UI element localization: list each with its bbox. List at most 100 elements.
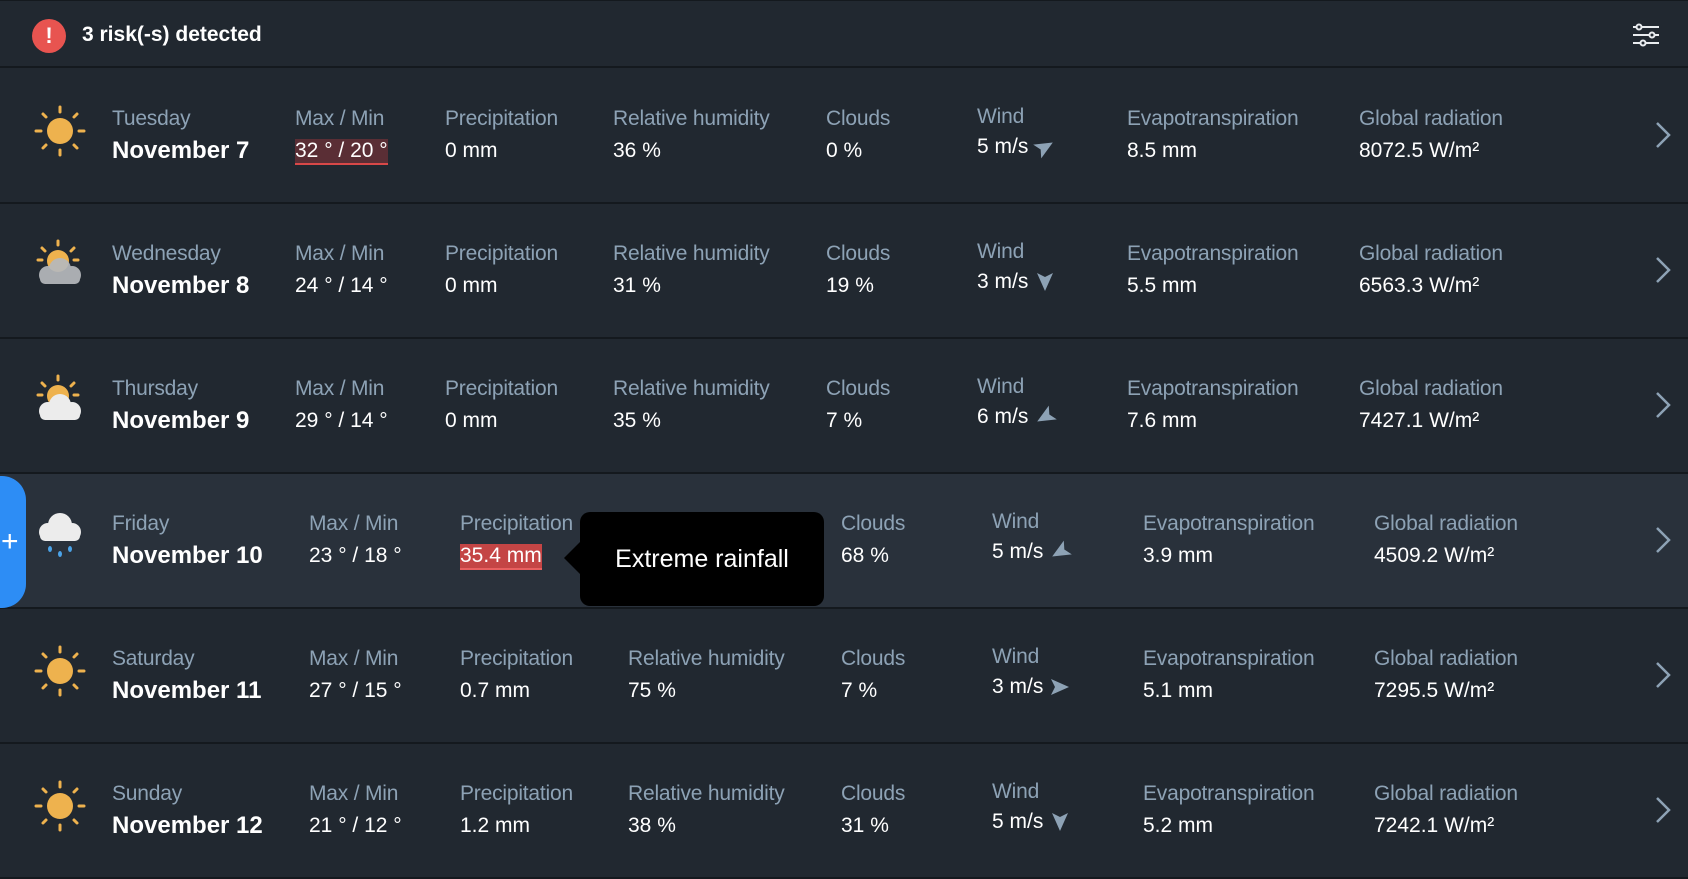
humidity-label: Relative humidity — [613, 107, 770, 130]
sun-behind-cloud-icon — [32, 373, 88, 429]
forecast-row[interactable]: Friday November 10 Max / Min 23 ° / 18 °… — [0, 474, 1688, 609]
wind-label: Wind — [992, 645, 1040, 668]
row-expand-button[interactable] — [1652, 524, 1674, 556]
wind-direction-icon — [1034, 406, 1058, 428]
clouds-cell: Clouds 19 % — [826, 242, 890, 298]
humidity-cell: Relative humidity 75 % — [628, 647, 785, 703]
plus-icon: + — [1, 525, 19, 558]
precipitation-cell: Precipitation 0 mm — [445, 377, 558, 433]
clouds-label: Clouds — [841, 647, 906, 670]
evapotranspiration-label: Evapotranspiration — [1143, 512, 1315, 535]
wind-value: 3 m/s — [992, 675, 1044, 698]
evapotranspiration-value: 5.1 mm — [1143, 679, 1214, 702]
precipitation-label: Precipitation — [445, 242, 558, 265]
forecast-row[interactable]: Sunday November 12 Max / Min 21 ° / 12 °… — [0, 744, 1688, 879]
max-min-value: 32 ° / 20 ° — [295, 139, 388, 165]
max-min-label: Max / Min — [295, 107, 385, 130]
weekday: Thursday — [112, 377, 198, 400]
max-min-value: 29 ° / 14 ° — [295, 409, 388, 432]
max-min-cell: Max / Min 27 ° / 15 ° — [309, 647, 402, 703]
max-min-value: 23 ° / 18 ° — [309, 544, 402, 567]
max-min-label: Max / Min — [309, 782, 399, 805]
date: November 7 — [112, 137, 250, 164]
precipitation-cell: Precipitation 35.4 mm — [460, 512, 573, 570]
date: November 8 — [112, 272, 250, 299]
wind-label: Wind — [992, 510, 1040, 533]
radiation-cell: Global radiation 7295.5 W/m² — [1374, 647, 1518, 703]
wind-cell: Wind 6 m/s — [977, 375, 1058, 429]
precipitation-cell: Precipitation 0 mm — [445, 242, 558, 298]
weekday: Tuesday — [112, 107, 191, 130]
row-expand-button[interactable] — [1652, 389, 1674, 421]
humidity-value: 35 % — [613, 409, 661, 432]
humidity-cell: Relative humidity 31 % — [613, 242, 770, 298]
precipitation-value[interactable]: 35.4 mm — [460, 544, 542, 570]
max-min-value: 21 ° / 12 ° — [309, 814, 402, 837]
humidity-value: 31 % — [613, 274, 661, 297]
sun-behind-grey-cloud-icon — [32, 238, 88, 294]
radiation-value: 7427.1 W/m² — [1359, 409, 1480, 432]
weekday: Sunday — [112, 782, 183, 805]
day-cell: Wednesday November 8 — [112, 242, 249, 300]
evapotranspiration-cell: Evapotranspiration 5.1 mm — [1143, 647, 1315, 703]
rain-cloud-icon — [32, 508, 88, 564]
max-min-cell: Max / Min 21 ° / 12 ° — [309, 782, 402, 838]
chevron-right-icon — [1656, 122, 1671, 148]
humidity-value: 75 % — [628, 679, 676, 702]
wind-cell: Wind 3 m/s — [977, 240, 1056, 294]
add-button[interactable]: + — [0, 476, 26, 608]
wind-value: 5 m/s — [992, 810, 1044, 833]
max-min-value: 24 ° / 14 ° — [295, 274, 388, 297]
evapotranspiration-cell: Evapotranspiration 8.5 mm — [1127, 107, 1299, 163]
radiation-label: Global radiation — [1374, 512, 1518, 535]
evapotranspiration-label: Evapotranspiration — [1127, 107, 1299, 130]
risk-tooltip: Extreme rainfall — [564, 512, 824, 606]
day-cell: Sunday November 12 — [112, 782, 263, 840]
wind-label: Wind — [977, 240, 1025, 263]
risk-summary[interactable]: 3 risk(-s) detected — [82, 23, 262, 47]
clouds-value: 19 % — [826, 274, 874, 297]
wind-value: 5 m/s — [977, 135, 1029, 158]
wind-cell: Wind 3 m/s — [992, 645, 1071, 699]
max-min-label: Max / Min — [309, 647, 399, 670]
precipitation-label: Precipitation — [460, 512, 573, 535]
row-expand-button[interactable] — [1652, 794, 1674, 826]
weekday: Wednesday — [112, 242, 221, 265]
evapotranspiration-value: 3.9 mm — [1143, 544, 1214, 567]
chevron-right-icon — [1656, 662, 1671, 688]
chevron-right-icon — [1656, 257, 1671, 283]
row-expand-button[interactable] — [1652, 659, 1674, 691]
radiation-label: Global radiation — [1374, 782, 1518, 805]
wind-direction-icon — [1034, 271, 1056, 293]
clouds-value: 7 % — [841, 679, 878, 702]
humidity-cell: Relative humidity 36 % — [613, 107, 770, 163]
humidity-value: 38 % — [628, 814, 676, 837]
wind-direction-icon — [1049, 541, 1073, 563]
sliders-icon — [1633, 23, 1659, 47]
forecast-row[interactable]: Saturday November 11 Max / Min 27 ° / 15… — [0, 609, 1688, 744]
row-expand-button[interactable] — [1652, 119, 1674, 151]
forecast-row[interactable]: Thursday November 9 Max / Min 29 ° / 14 … — [0, 339, 1688, 474]
radiation-label: Global radiation — [1359, 107, 1503, 130]
wind-value: 5 m/s — [992, 540, 1044, 563]
max-min-label: Max / Min — [295, 377, 385, 400]
row-expand-button[interactable] — [1652, 254, 1674, 286]
clouds-label: Clouds — [826, 377, 891, 400]
precipitation-cell: Precipitation 1.2 mm — [460, 782, 573, 838]
forecast-row[interactable]: Wednesday November 8 Max / Min 24 ° / 14… — [0, 204, 1688, 339]
wind-cell: Wind 5 m/s — [992, 780, 1071, 834]
radiation-cell: Global radiation 7242.1 W/m² — [1374, 782, 1518, 838]
forecast-row[interactable]: Tuesday November 7 Max / Min 32 ° / 20 °… — [0, 69, 1688, 204]
filter-settings-button[interactable] — [1632, 21, 1660, 49]
chevron-right-icon — [1656, 527, 1671, 553]
radiation-value: 8072.5 W/m² — [1359, 139, 1480, 162]
clouds-cell: Clouds 7 % — [841, 647, 905, 703]
tooltip-text: Extreme rainfall — [615, 544, 789, 573]
wind-label: Wind — [977, 375, 1025, 398]
wind-cell: Wind 5 m/s — [977, 105, 1056, 159]
wind-label: Wind — [992, 780, 1040, 803]
radiation-value: 4509.2 W/m² — [1374, 544, 1495, 567]
evapotranspiration-cell: Evapotranspiration 7.6 mm — [1127, 377, 1299, 433]
humidity-label: Relative humidity — [628, 782, 785, 805]
evapotranspiration-cell: Evapotranspiration 5.5 mm — [1127, 242, 1299, 298]
